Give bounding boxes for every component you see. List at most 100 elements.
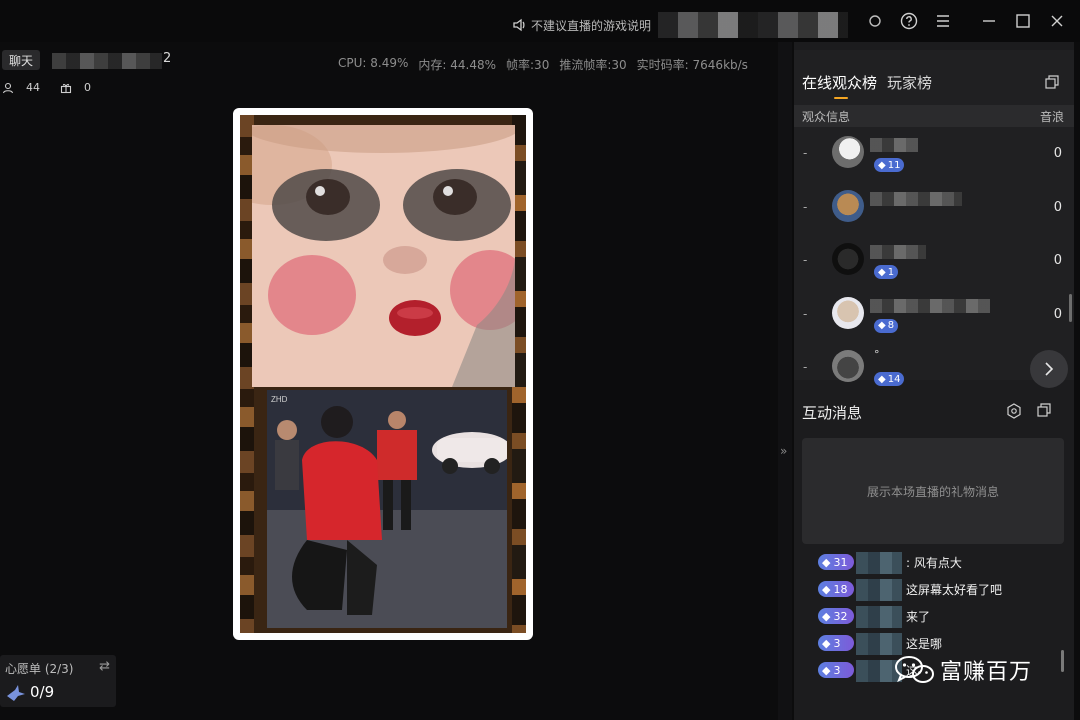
audience-list: - ◆ 11 0 - 0 - ◆ 1 0 - ◆ 8 0 - ° ◆ 14	[794, 130, 1074, 398]
message-text: 这是哪	[906, 637, 943, 651]
username-redacted	[856, 579, 902, 601]
level-badge: ◆ 18	[818, 581, 854, 597]
live-notice-text: 不建议直播的游戏说明	[531, 18, 652, 33]
panel-splitter[interactable]: »	[778, 42, 792, 720]
popout-icon[interactable]	[1036, 402, 1052, 418]
chat-message-list[interactable]: ◆ 31 : 风有点大 ◆ 18 这屏幕太好看了吧 ◆ 32 来了 ◆ 3 这是哪 ◆ 3…	[814, 550, 1064, 720]
stream-preview[interactable]: ZHD	[233, 108, 533, 640]
avatar	[832, 243, 864, 275]
tab-players[interactable]: 玩家榜	[887, 72, 932, 93]
interaction-title: 互动消息	[802, 404, 863, 422]
settings-hex-icon[interactable]	[1006, 403, 1022, 419]
room-counts: 44 0	[2, 81, 91, 94]
avatar	[832, 136, 864, 168]
message-text: : 风有点大	[906, 556, 962, 570]
title-bar: 不建议直播的游戏说明	[0, 0, 1080, 42]
chat-message: ◆ 18 这屏幕太好看了吧	[814, 577, 1064, 604]
video-watermark: ZHD	[271, 395, 288, 404]
header-sound-waves: 音浪	[1039, 109, 1064, 124]
header-viewer-info: 观众信息	[802, 109, 851, 124]
push-fps-stat: 推流帧率:30	[559, 58, 627, 72]
level-badge: ◆ 14	[874, 372, 905, 386]
chevron-right-icon	[1045, 362, 1054, 376]
list-item[interactable]: - ◆ 11 0	[794, 130, 1074, 184]
level-badge: ◆ 31	[818, 554, 854, 570]
cpu-stat: CPU: 8.49%	[338, 56, 409, 70]
popout-icon[interactable]	[1044, 74, 1060, 90]
memory-stat: 内存: 44.48%	[418, 58, 497, 72]
chat-tab[interactable]: 聊天	[2, 50, 40, 70]
menu-icon[interactable]	[926, 4, 960, 38]
right-panel: 在线观众榜 玩家榜 观众信息 音浪 - ◆ 11 0 - 0 - ◆ 1 0 -…	[794, 42, 1074, 720]
messages-scrollbar[interactable]	[1061, 650, 1064, 672]
next-page-button[interactable]	[1030, 350, 1068, 388]
level-badge: ◆ 32	[818, 608, 854, 624]
rank: -	[803, 199, 808, 214]
live-notice-link[interactable]: 不建议直播的游戏说明	[512, 12, 849, 38]
username-redacted	[870, 298, 990, 313]
username-redacted	[870, 245, 926, 259]
audience-list-header: 观众信息 音浪	[794, 105, 1074, 127]
level-badge: ◆ 8	[874, 318, 899, 333]
audience-scrollbar[interactable]	[1069, 294, 1072, 322]
wechat-logo-icon	[895, 656, 934, 683]
username-redacted	[856, 606, 902, 628]
gift-placeholder: 展示本场直播的礼物消息	[866, 484, 999, 499]
bitrate-stat: 实时码率: 7646kb/s	[636, 58, 748, 72]
fps-stat: 帧率:30	[506, 58, 550, 72]
redacted-area	[658, 12, 849, 38]
swap-icon[interactable]: ⇄	[99, 659, 110, 674]
message-text: 这屏幕太好看了吧	[906, 583, 1003, 597]
level-badge: ◆ 1	[874, 265, 899, 279]
rank: -	[803, 146, 808, 160]
message-text: 来了	[906, 610, 931, 624]
bird-icon	[7, 685, 25, 701]
wishlist-card[interactable]: 心愿单 (2/3) ⇄ 0/9	[0, 655, 116, 707]
rank: -	[803, 360, 808, 374]
level-badge: ◆ 3	[818, 635, 854, 651]
gift-message-area: 展示本场直播的礼物消息	[802, 438, 1064, 544]
tab-online-viewers[interactable]: 在线观众榜	[802, 72, 877, 99]
chat-message: ◆ 32 来了	[814, 604, 1064, 631]
avatar	[832, 350, 864, 382]
watermark-text: 富赚百万	[940, 660, 1033, 685]
viewer-count: 44	[26, 81, 40, 94]
minimize-button[interactable]	[972, 4, 1006, 38]
sound-wave-value: 0	[1053, 146, 1062, 161]
rank: -	[803, 253, 808, 267]
username-redacted	[870, 191, 962, 206]
rank: -	[803, 306, 808, 321]
gift-count: 0	[84, 81, 91, 94]
list-item[interactable]: - ◆ 8 0	[794, 291, 1074, 345]
streamer-name-redacted	[52, 53, 162, 69]
performance-stats: CPU: 8.49% 内存: 44.48% 帧率:30 推流帧率:30 实时码率…	[338, 56, 748, 73]
sound-wave-value: 0	[1053, 306, 1062, 322]
level-badge: ◆ 11	[874, 158, 905, 172]
wechat-watermark: 富赚百万	[894, 654, 1032, 686]
secondary-video-feed: ZHD	[267, 390, 507, 628]
list-item[interactable]: - 0	[794, 184, 1074, 238]
username: °	[874, 348, 880, 361]
gift-icon	[60, 83, 72, 93]
list-item[interactable]: - ◆ 1 0	[794, 237, 1074, 291]
username-redacted	[856, 552, 902, 574]
user-icon	[2, 82, 14, 93]
help-icon[interactable]	[892, 4, 926, 38]
settings-icon[interactable]	[858, 4, 892, 38]
sound-wave-value: 0	[1053, 253, 1062, 268]
sound-wave-value: 0	[1053, 199, 1062, 215]
maximize-button[interactable]	[1006, 4, 1040, 38]
streamer-name-suffix: 2	[163, 51, 172, 66]
wishlist-count: 0/9	[30, 683, 55, 701]
chat-message: ◆ 31 : 风有点大	[814, 550, 1064, 577]
close-button[interactable]	[1040, 4, 1074, 38]
username-redacted	[856, 633, 902, 655]
username-redacted	[870, 138, 918, 152]
audience-section: 在线观众榜 玩家榜 观众信息 音浪 - ◆ 11 0 - 0 - ◆ 1 0 -…	[794, 50, 1074, 388]
level-badge: ◆ 3	[818, 662, 854, 678]
collapse-chevron-icon[interactable]: »	[780, 444, 787, 458]
avatar	[832, 189, 864, 222]
speaker-icon	[513, 18, 525, 32]
face-camera-feed	[252, 125, 515, 387]
wishlist-title: 心愿单 (2/3)	[5, 662, 74, 676]
